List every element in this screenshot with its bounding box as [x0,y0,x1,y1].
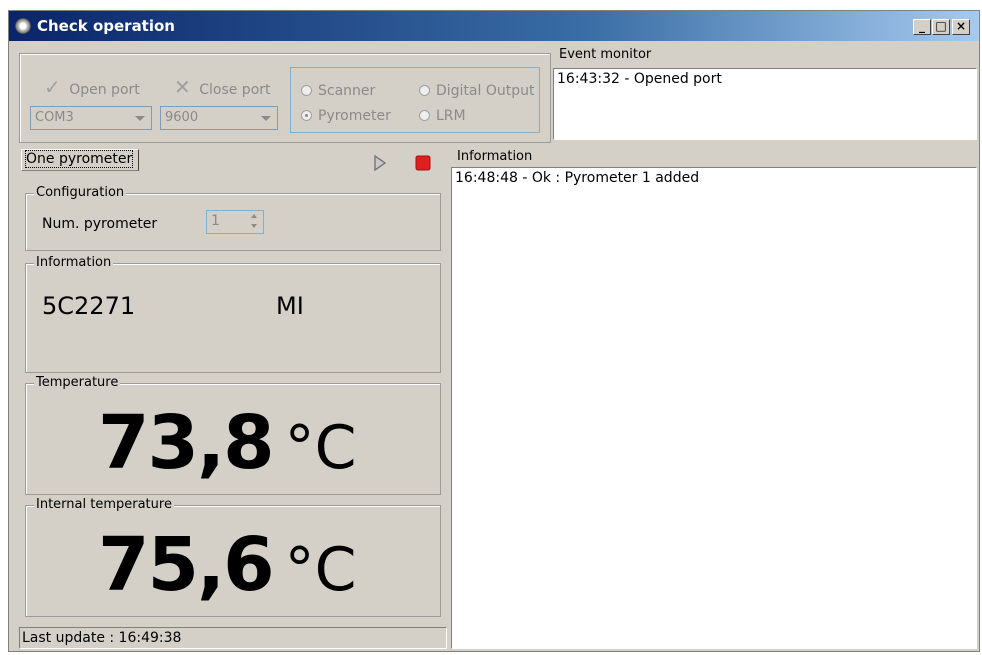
radio-digital-output-label: Digital Output [436,83,535,99]
chevron-down-icon [135,116,145,121]
radio-circle-icon [301,85,312,96]
app-gear-icon [15,18,31,34]
internal-temperature-readout: 75,6 °C [98,522,357,608]
internal-temperature-title: Internal temperature [34,497,174,512]
temperature-readout: 73,8 °C [98,400,357,486]
device-type-radio-group: Scanner Digital Output Pyrometer LRM [290,67,540,133]
event-monitor-entry: 16:43:32 - Opened port [557,71,722,87]
event-monitor-title: Event monitor [557,47,654,62]
radio-pyrometer-label: Pyrometer [318,108,391,124]
play-button[interactable] [373,154,387,172]
radio-lrm-label: LRM [436,108,466,124]
num-pyrometer-stepper[interactable]: 1 [206,210,264,234]
num-pyrometer-value: 1 [211,213,220,229]
temperature-value: 73,8 [98,400,275,486]
close-port-button[interactable]: ✕ Close port [174,75,271,99]
internal-temperature-value: 75,6 [98,522,275,608]
configuration-title: Configuration [34,185,127,200]
information-log-entry: 16:48:48 - Ok : Pyrometer 1 added [455,170,700,186]
tab-one-pyrometer[interactable]: One pyrometer [21,149,139,171]
temperature-title: Temperature [34,375,121,390]
maximize-button[interactable]: □ [932,19,950,35]
baud-rate-value: 9600 [165,110,199,125]
title-bar[interactable]: Check operation _ □ × [9,11,979,41]
device-serial: 5C2271 [42,292,136,320]
radio-selected-icon [301,110,312,121]
close-port-label: Close port [199,82,271,98]
radio-scanner-label: Scanner [318,83,376,99]
stepper-up-icon[interactable] [251,214,257,218]
device-model: MI [276,292,304,320]
device-information-group: Information 5C2271 MI [25,255,441,373]
internal-temperature-group: Internal temperature 75,6 °C [25,497,441,617]
stop-button[interactable] [415,155,431,171]
num-pyrometer-label: Num. pyrometer [42,216,158,232]
temperature-group: Temperature 73,8 °C [25,375,441,495]
open-port-label: Open port [69,82,140,98]
event-monitor-group: Event monitor 16:43:32 - Opened port [549,47,981,143]
close-button[interactable]: × [952,19,970,35]
check-operation-window: Check operation _ □ × ✓ Open port ✕ Clos… [8,10,980,652]
information-log-title: Information [455,149,535,164]
minimize-button[interactable]: _ [913,19,931,35]
port-controls-group: ✓ Open port ✕ Close port COM3 9600 Scann… [19,53,551,143]
open-port-button[interactable]: ✓ Open port [44,75,140,99]
stop-icon [415,155,431,171]
radio-circle-icon [419,110,430,121]
checkmark-icon: ✓ [44,75,61,99]
internal-temperature-unit: °C [284,535,357,605]
radio-lrm[interactable]: LRM [419,108,466,124]
radio-digital-output[interactable]: Digital Output [419,83,535,99]
status-bar: Last update : 16:49:38 [19,627,447,649]
x-icon: ✕ [174,75,191,99]
play-icon [374,154,387,172]
radio-scanner[interactable]: Scanner [301,83,375,99]
window-title: Check operation [37,17,175,35]
configuration-group: Configuration Num. pyrometer 1 [25,185,441,251]
baud-rate-select[interactable]: 9600 [160,106,278,130]
information-log-group: Information 16:48:48 - Ok : Pyrometer 1 … [449,149,979,649]
event-monitor-list[interactable]: 16:43:32 - Opened port [553,68,977,140]
device-information-title: Information [34,255,114,270]
chevron-down-icon [261,116,271,121]
tab-one-pyrometer-label: One pyrometer [24,150,134,168]
radio-circle-icon [419,85,430,96]
last-update-text: Last update : 16:49:38 [22,630,182,646]
stepper-down-icon[interactable] [251,224,257,228]
com-port-value: COM3 [35,110,74,125]
information-log-list[interactable]: 16:48:48 - Ok : Pyrometer 1 added [451,167,977,649]
radio-pyrometer[interactable]: Pyrometer [301,108,391,124]
com-port-select[interactable]: COM3 [30,106,152,130]
temperature-unit: °C [284,413,357,483]
